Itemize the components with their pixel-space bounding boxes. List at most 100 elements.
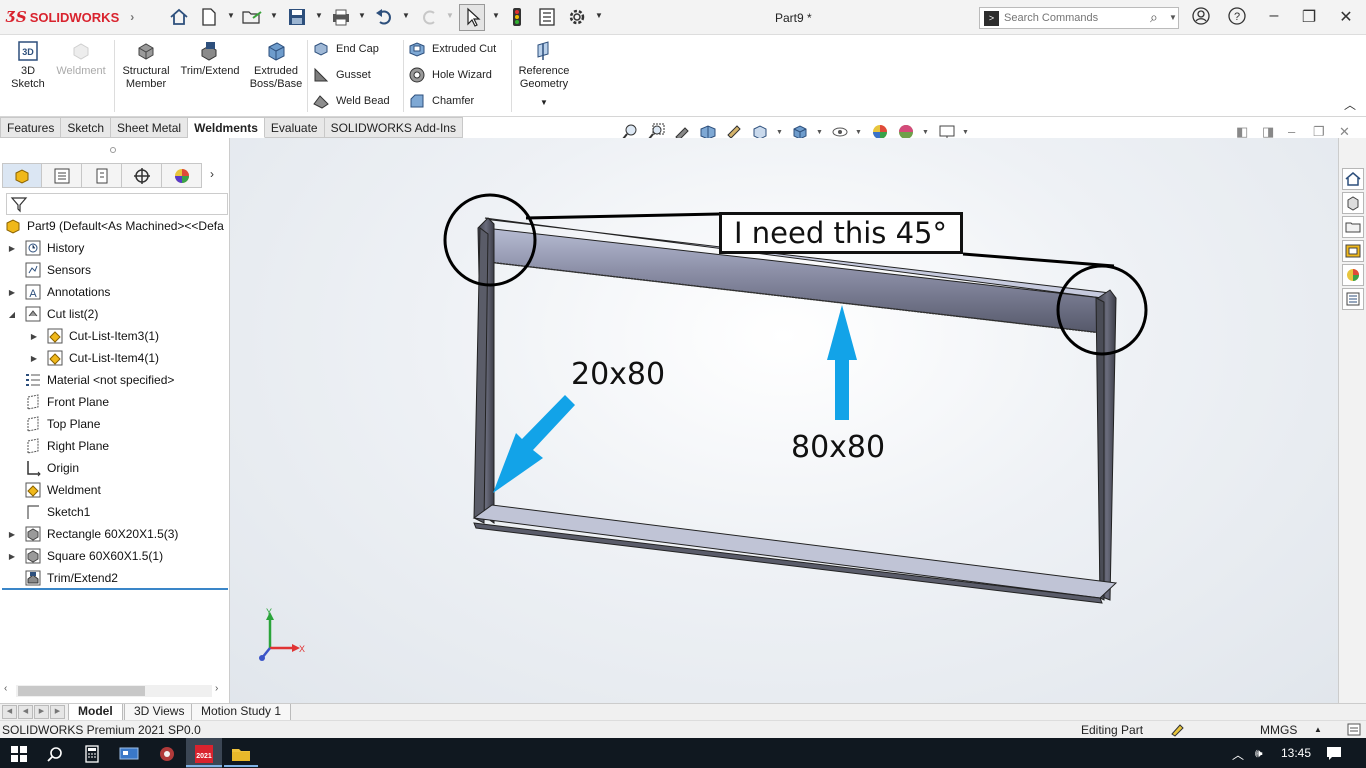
restore-icon[interactable]: ❐: [1297, 7, 1321, 27]
tab-evaluate[interactable]: Evaluate: [264, 117, 325, 138]
extruded-cut-button[interactable]: Extruded Cut: [408, 39, 496, 59]
help-icon[interactable]: ?: [1225, 7, 1249, 30]
tree-item-trim-extend2[interactable]: Trim/Extend2: [18, 567, 118, 589]
tab-features[interactable]: Features: [0, 117, 62, 138]
tree-root-part[interactable]: Part9 (Default<As Machined><<Defa: [4, 215, 224, 237]
custom-properties-icon[interactable]: [1342, 288, 1364, 310]
design-library-icon[interactable]: [1342, 192, 1364, 214]
tree-item-cut-list-item4[interactable]: ▶ Cut-List-Item4(1): [28, 347, 159, 369]
scroll-left-icon[interactable]: ‹: [4, 683, 7, 694]
open-dropdown-icon[interactable]: ▼: [270, 11, 278, 20]
tree-item-weldment[interactable]: Weldment: [18, 479, 101, 501]
expand-arrow-icon[interactable]: ▶: [6, 530, 18, 539]
expand-arrow-icon[interactable]: ▶: [6, 244, 18, 253]
expand-arrow-icon[interactable]: ▶: [28, 354, 40, 363]
search-dropdown-icon[interactable]: ▼: [1169, 13, 1177, 22]
solidworks-taskbar-icon[interactable]: 2021: [193, 743, 215, 765]
tab-addins[interactable]: SOLIDWORKS Add-Ins: [324, 117, 463, 138]
configuration-manager-tab[interactable]: [82, 163, 122, 188]
feature-manager-tab[interactable]: [2, 163, 42, 188]
tree-item-history[interactable]: ▶ History: [6, 237, 84, 259]
notification-center-icon[interactable]: [1326, 745, 1342, 764]
tree-item-sketch1[interactable]: Sketch1: [18, 501, 90, 523]
tree-item-origin[interactable]: Origin: [18, 457, 79, 479]
file-explorer-icon[interactable]: [1342, 216, 1364, 238]
prev-tab-icon[interactable]: ◀: [18, 705, 33, 719]
left-post[interactable]: [473, 217, 495, 524]
print-icon[interactable]: [329, 5, 353, 29]
panel-grip-icon[interactable]: [110, 147, 116, 153]
more-tabs-chevron-icon[interactable]: ›: [210, 167, 214, 181]
chamfer-button[interactable]: Chamfer: [408, 91, 474, 111]
close-icon[interactable]: ✕: [1334, 7, 1358, 27]
taskbar-search-icon[interactable]: [44, 743, 66, 765]
structural-member-button[interactable]: Structural Member: [118, 40, 174, 91]
horizontal-scrollbar[interactable]: ‹ ›: [0, 681, 228, 699]
tree-item-top-plane[interactable]: Top Plane: [18, 413, 100, 435]
display-style-dropdown-icon[interactable]: ▼: [816, 129, 823, 136]
tree-item-right-plane[interactable]: Right Plane: [18, 435, 109, 457]
appearances-scenes-icon[interactable]: [1342, 264, 1364, 286]
save-dropdown-icon[interactable]: ▼: [315, 11, 323, 20]
doc-minimize-icon[interactable]: –: [1288, 124, 1295, 139]
tab-sheet-metal[interactable]: Sheet Metal: [111, 117, 189, 138]
tree-item-sensors[interactable]: Sensors: [18, 259, 91, 281]
hole-wizard-button[interactable]: Hole Wizard: [408, 65, 492, 85]
tree-item-front-plane[interactable]: Front Plane: [18, 391, 109, 413]
reference-geometry-dropdown-icon[interactable]: ▼: [514, 96, 574, 109]
view-settings-dropdown-icon[interactable]: ▼: [962, 129, 969, 136]
view-palette-icon[interactable]: [1342, 240, 1364, 262]
file-explorer-taskbar-icon[interactable]: [230, 743, 252, 765]
tree-filter[interactable]: [6, 193, 228, 215]
view-orientation-dropdown-icon[interactable]: ▼: [776, 129, 783, 136]
collapse-ribbon-icon[interactable]: ︿: [1344, 96, 1356, 113]
scroll-thumb[interactable]: [18, 686, 145, 696]
undo-dropdown-icon[interactable]: ▼: [402, 11, 410, 20]
tab-3d-views[interactable]: 3D Views: [124, 704, 195, 721]
menu-arrow-icon[interactable]: ›: [130, 10, 134, 24]
options-gear-icon[interactable]: [565, 5, 589, 29]
collapse-arrow-icon[interactable]: ◢: [6, 310, 18, 319]
hide-show-dropdown-icon[interactable]: ▼: [855, 129, 862, 136]
search-icon[interactable]: ⌕: [1150, 9, 1158, 26]
file-properties-icon[interactable]: [535, 5, 559, 29]
unit-system[interactable]: MMGS: [1260, 723, 1297, 737]
save-icon[interactable]: [285, 5, 309, 29]
reference-geometry-button[interactable]: Reference Geometry ▼: [514, 40, 574, 109]
expand-arrow-icon[interactable]: ▶: [6, 288, 18, 297]
extruded-boss-button[interactable]: Extruded Boss/Base: [247, 40, 305, 91]
search-input[interactable]: [1004, 10, 1144, 26]
tab-weldments[interactable]: Weldments: [188, 117, 265, 138]
solidworks-logo[interactable]: ƷS SOLIDWORKS ›: [6, 8, 134, 26]
volume-icon[interactable]: 🕪: [1255, 746, 1263, 761]
last-tab-icon[interactable]: ▶: [50, 705, 65, 719]
options-dropdown-icon[interactable]: ▼: [595, 11, 603, 20]
end-cap-button[interactable]: End Cap: [312, 39, 379, 59]
graphics-area[interactable]: Y X I need this 45° 20x80 80x80: [230, 138, 1338, 703]
tab-motion-study[interactable]: Motion Study 1: [191, 704, 292, 721]
unit-system-dropdown-icon[interactable]: ▲: [1314, 725, 1322, 734]
search-commands-box[interactable]: > ⌕ ▼: [979, 7, 1179, 29]
tab-model[interactable]: Model: [68, 704, 123, 721]
redo-dropdown-icon[interactable]: ▼: [446, 11, 454, 20]
new-document-icon[interactable]: [197, 5, 221, 29]
expand-arrow-icon[interactable]: ▶: [28, 332, 40, 341]
tree-item-cut-list-item3[interactable]: ▶ Cut-List-Item3(1): [28, 325, 159, 347]
new-dropdown-icon[interactable]: ▼: [227, 11, 235, 20]
taskbar-clock[interactable]: 13:45: [1281, 746, 1311, 760]
next-tab-icon[interactable]: ▶: [34, 705, 49, 719]
tab-sketch[interactable]: Sketch: [61, 117, 112, 138]
solidworks-resources-icon[interactable]: [1342, 168, 1364, 190]
scroll-right-icon[interactable]: ›: [215, 683, 218, 694]
weldment-button[interactable]: Weldment: [53, 40, 109, 78]
calculator-icon[interactable]: [81, 743, 103, 765]
undo-icon[interactable]: [372, 5, 396, 29]
tree-item-material[interactable]: Material <not specified>: [18, 369, 174, 391]
tree-item-square-member[interactable]: ▶ Square 60X60X1.5(1): [6, 545, 163, 567]
print-dropdown-icon[interactable]: ▼: [358, 11, 366, 20]
minimize-icon[interactable]: –: [1262, 7, 1286, 25]
gusset-button[interactable]: Gusset: [312, 65, 371, 85]
3d-sketch-button[interactable]: 3D 3D Sketch: [8, 40, 48, 91]
apply-scene-dropdown-icon[interactable]: ▼: [922, 129, 929, 136]
home-icon[interactable]: [167, 5, 191, 29]
